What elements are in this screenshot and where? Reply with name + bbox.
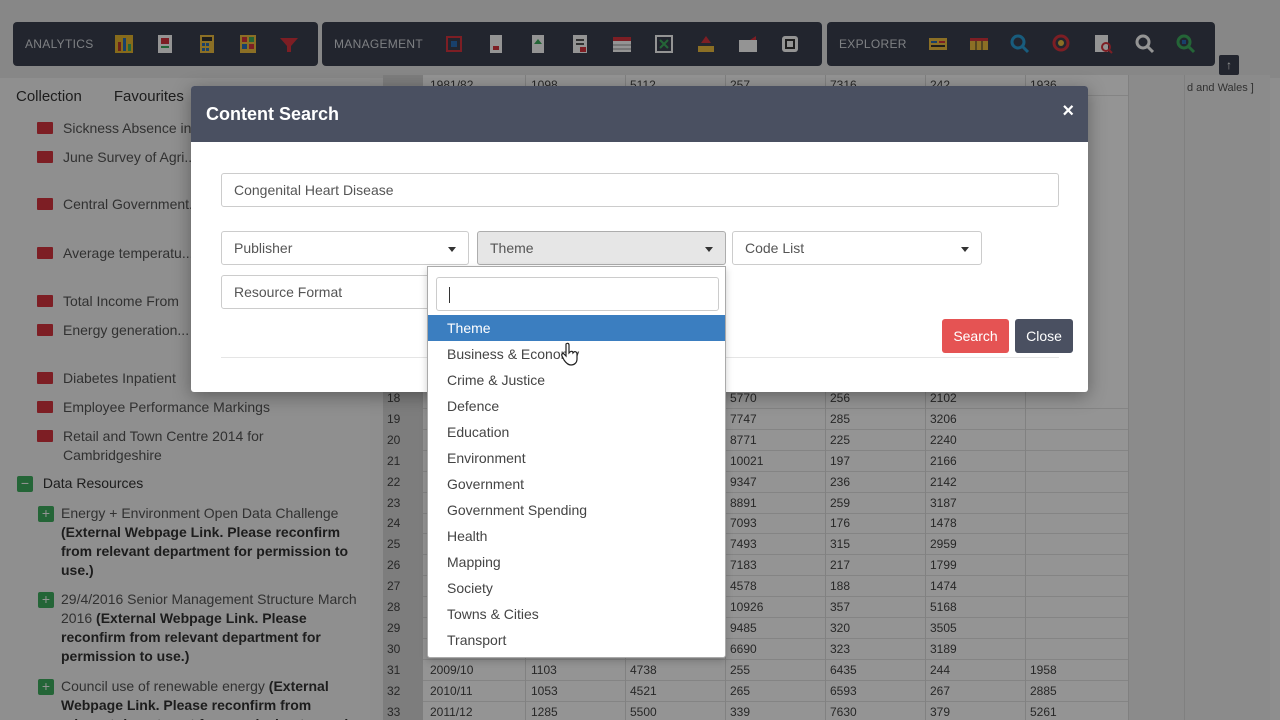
dropdown-search-input[interactable] (436, 277, 719, 311)
theme-option[interactable]: Defence (428, 393, 725, 419)
search-button[interactable]: Search (942, 319, 1009, 353)
chevron-down-icon (961, 247, 969, 252)
chevron-down-icon (705, 247, 713, 252)
theme-option[interactable]: Crime & Justice (428, 367, 725, 393)
theme-option[interactable]: Government Spending (428, 497, 725, 523)
hand-cursor-icon (561, 342, 578, 366)
close-button[interactable]: Close (1015, 319, 1073, 353)
theme-dropdown: Theme Business & Economy Crime & Justice De… (427, 266, 726, 658)
close-icon[interactable]: × (1062, 100, 1074, 123)
search-input[interactable] (221, 173, 1059, 207)
theme-option[interactable]: Health (428, 523, 725, 549)
publisher-select[interactable]: Publisher (221, 231, 469, 265)
theme-option[interactable]: Theme (428, 315, 725, 341)
theme-option[interactable]: Mapping (428, 549, 725, 575)
theme-option[interactable]: Transport (428, 627, 725, 653)
chevron-down-icon (448, 247, 456, 252)
theme-option[interactable]: Environment (428, 445, 725, 471)
theme-option[interactable]: Government (428, 471, 725, 497)
theme-option[interactable]: Society (428, 575, 725, 601)
theme-option[interactable]: Education (428, 419, 725, 445)
theme-select[interactable]: Theme (477, 231, 726, 265)
code-list-select[interactable]: Code List (732, 231, 982, 265)
text-cursor (449, 287, 450, 303)
theme-option[interactable]: Towns & Cities (428, 601, 725, 627)
modal-header: Content Search × (191, 86, 1088, 142)
modal-title: Content Search (206, 104, 340, 124)
